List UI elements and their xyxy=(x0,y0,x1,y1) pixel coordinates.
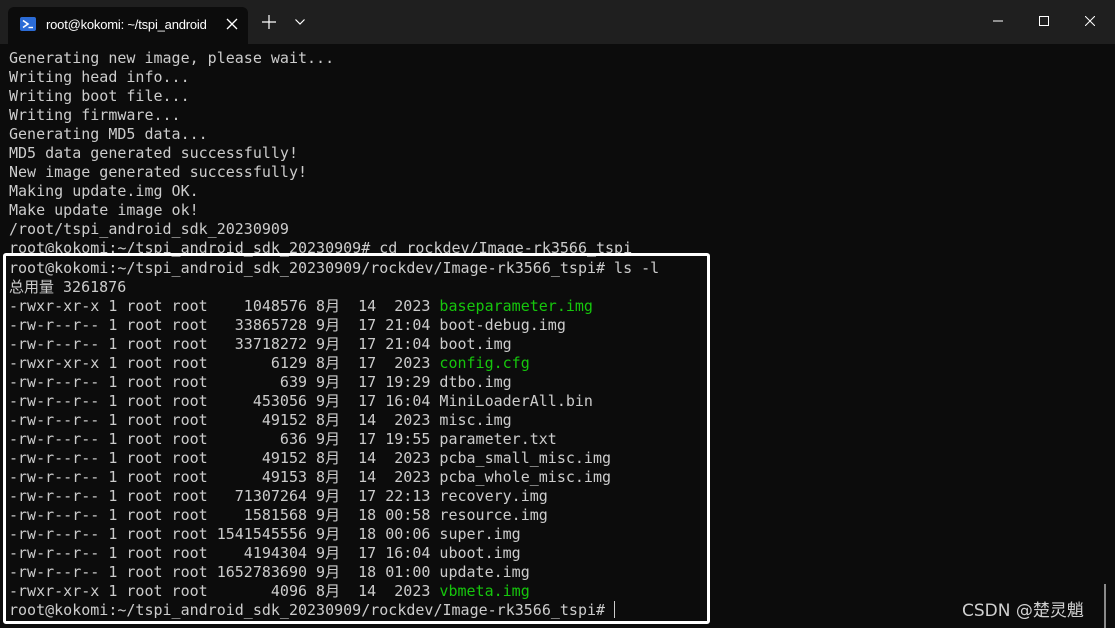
line-text: Generating new image, please wait... xyxy=(9,49,335,67)
line-text: /root/tspi_android_sdk_20230909 xyxy=(9,220,289,239)
line-text: Make update image ok! xyxy=(9,201,199,220)
terminal-window: root@kokomi: ~/tspi_android Generating n… xyxy=(0,0,1115,628)
line-text: Writing head info... xyxy=(9,68,190,87)
terminal-line: Writing boot file... xyxy=(9,87,659,106)
minimize-icon xyxy=(993,20,1003,22)
minimize-button[interactable] xyxy=(975,0,1021,44)
terminal-line: Making update.img OK. xyxy=(9,182,659,201)
powershell-terminal-icon xyxy=(20,17,36,31)
terminal-line: Writing firmware... xyxy=(9,106,659,125)
terminal-line: Generating MD5 data... xyxy=(9,125,659,144)
terminal-tab[interactable]: root@kokomi: ~/tspi_android xyxy=(8,7,248,44)
highlight-box xyxy=(3,253,710,624)
scrollbar-thumb[interactable] xyxy=(1104,584,1106,628)
new-tab-plus-icon[interactable] xyxy=(262,15,276,29)
maximize-button[interactable] xyxy=(1021,0,1067,44)
line-text: New image generated successfully! xyxy=(9,163,308,182)
terminal-line: New image generated successfully! xyxy=(9,163,659,182)
terminal-line: Generating new image, please wait... xyxy=(9,49,659,68)
chevron-down-icon[interactable] xyxy=(295,19,305,25)
terminal-line: Writing head info... xyxy=(9,68,659,87)
maximize-icon xyxy=(1039,16,1049,26)
title-bar: root@kokomi: ~/tspi_android xyxy=(0,0,1115,44)
line-text: Generating MD5 data... xyxy=(9,125,208,144)
tab-close-icon[interactable] xyxy=(226,18,238,30)
terminal-line: MD5 data generated successfully! xyxy=(9,144,659,163)
line-text: MD5 data generated successfully! xyxy=(9,144,298,163)
terminal-line: /root/tspi_android_sdk_20230909 xyxy=(9,220,659,239)
watermark: CSDN @楚灵魈 xyxy=(962,601,1084,621)
line-text: Making update.img OK. xyxy=(9,182,199,201)
tab-title: root@kokomi: ~/tspi_android xyxy=(46,17,207,32)
close-button[interactable] xyxy=(1067,0,1113,44)
close-icon xyxy=(1085,16,1095,26)
line-text: Writing firmware... xyxy=(9,106,181,125)
terminal-line: Make update image ok! xyxy=(9,201,659,220)
line-text: Writing boot file... xyxy=(9,87,190,106)
